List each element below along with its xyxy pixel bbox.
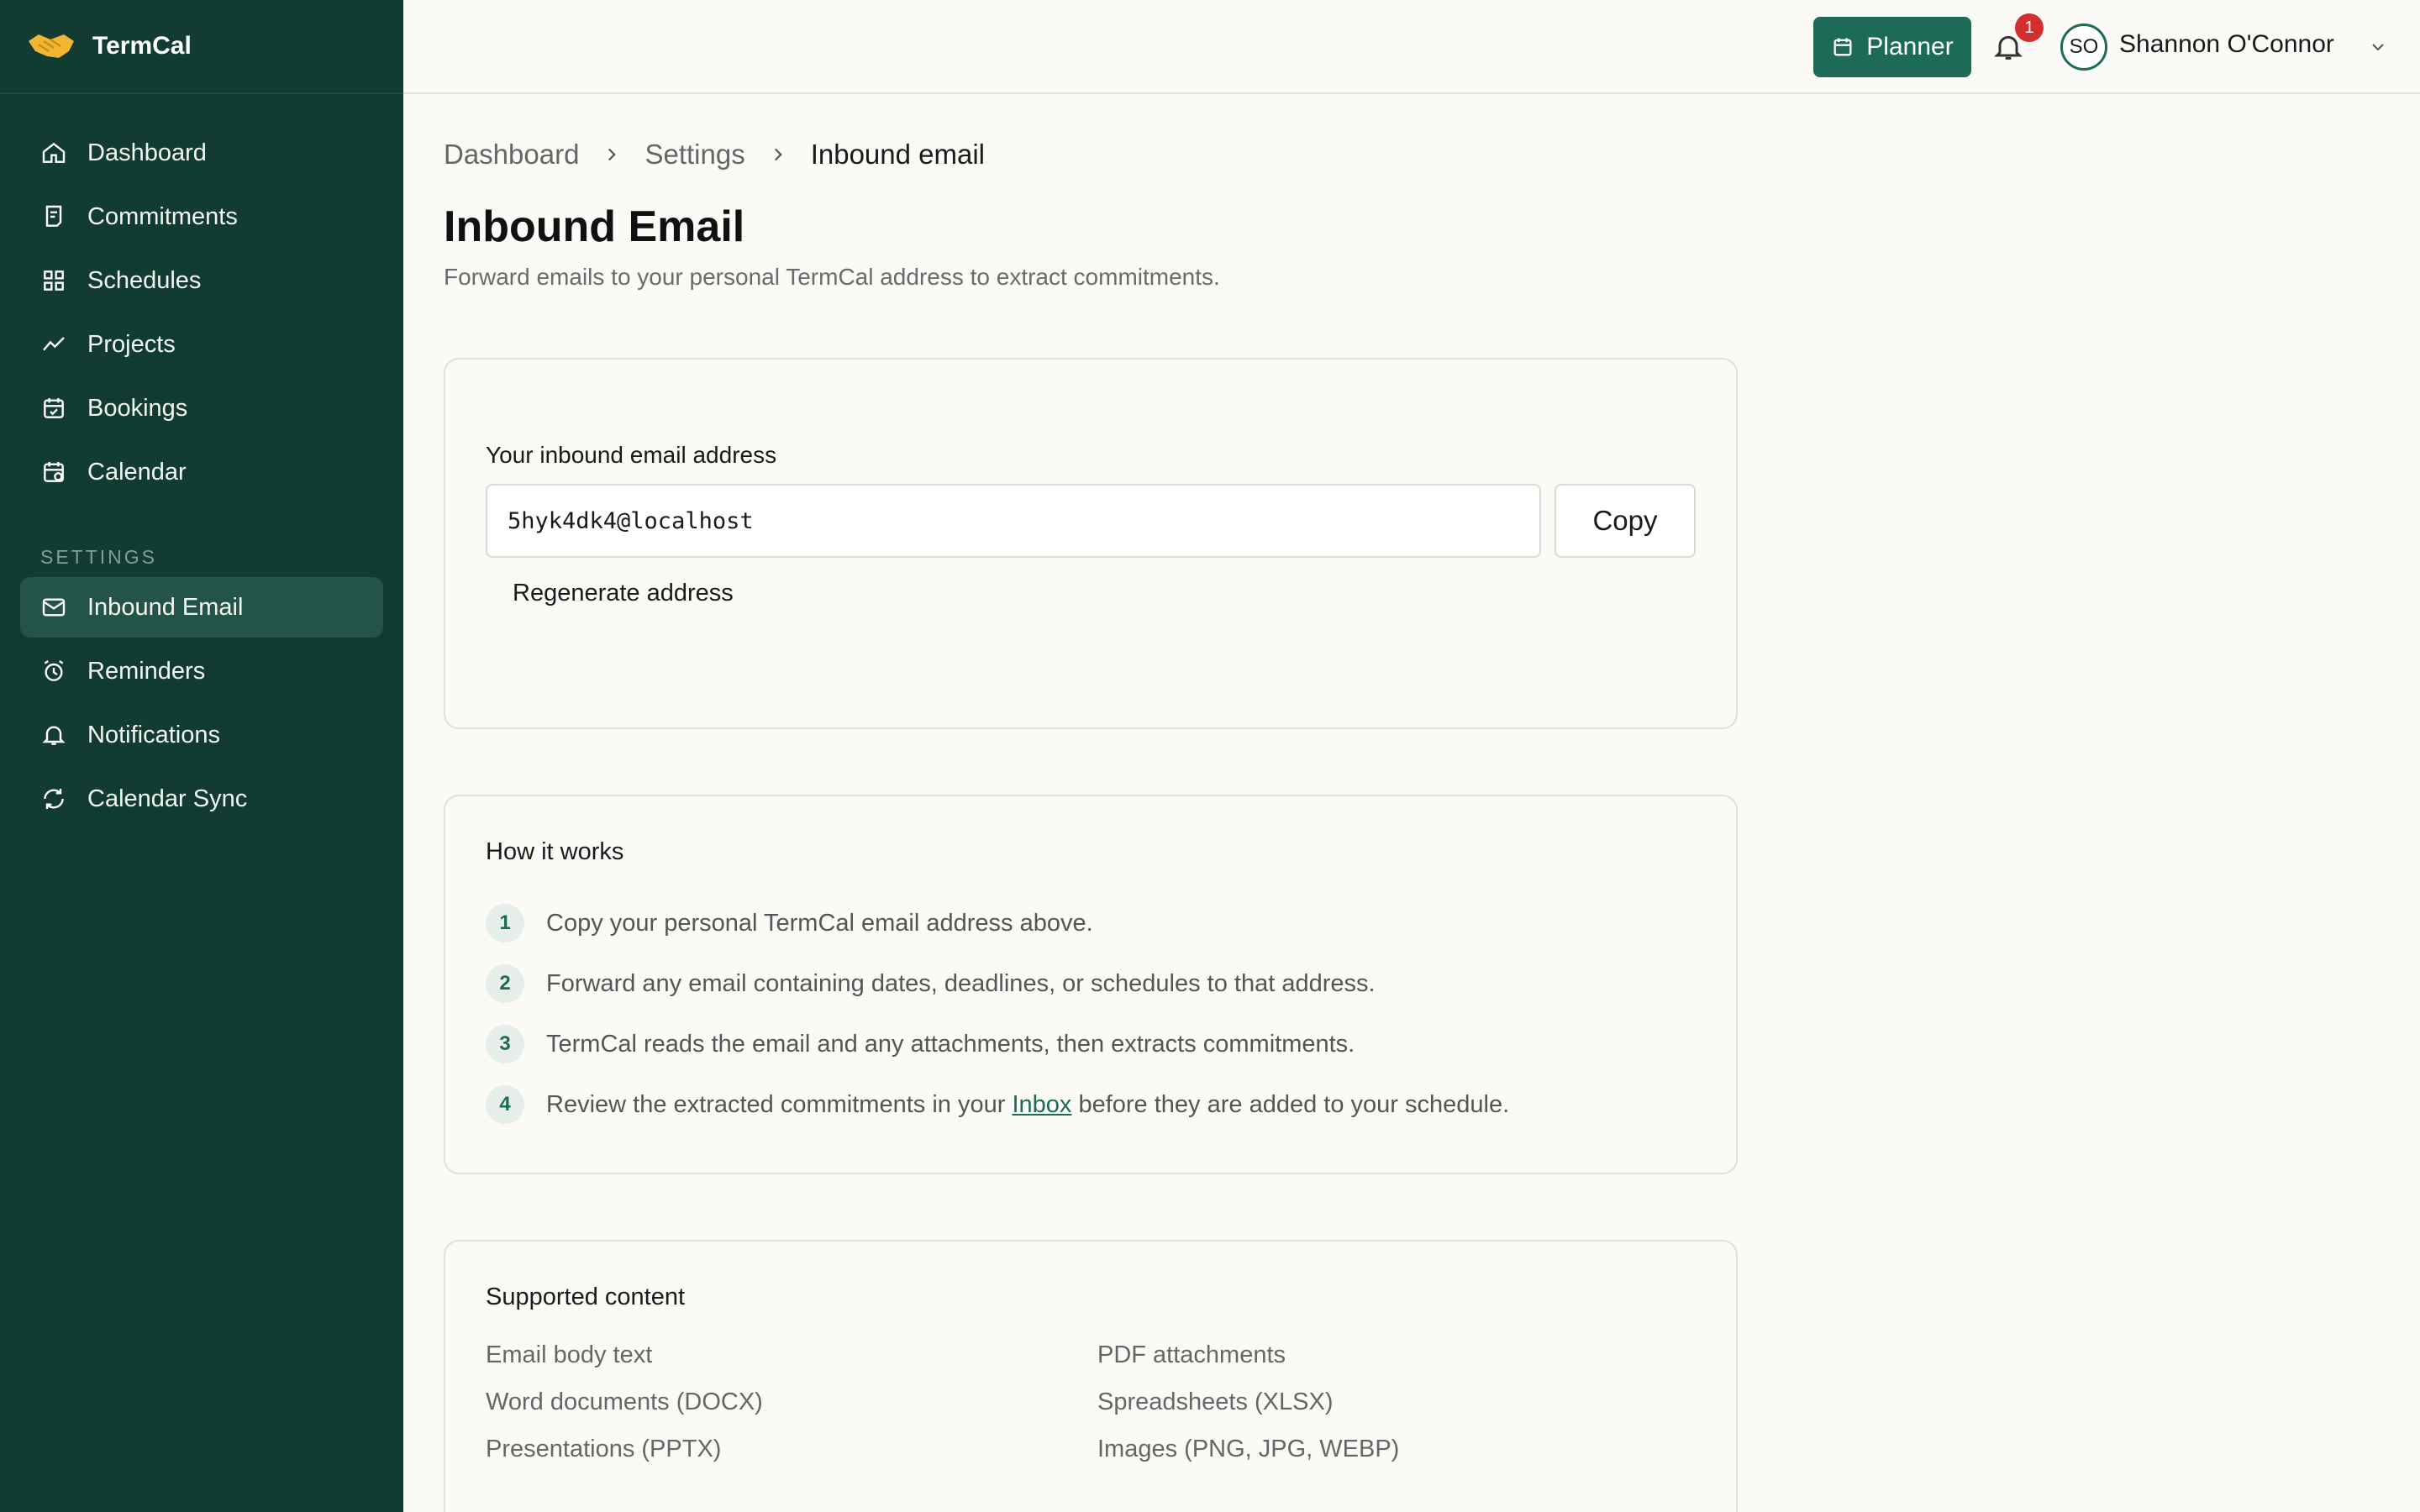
page-title: Inbound Email: [444, 202, 745, 251]
grid-icon: [44, 270, 64, 291]
step-text: TermCal reads the email and any attachme…: [546, 1030, 1355, 1058]
planner-button[interactable]: Planner: [1813, 17, 1971, 77]
sidebar-item-calendar-sync[interactable]: Calendar Sync: [20, 769, 383, 829]
mail-icon: [42, 598, 66, 617]
list-item: Presentations (PPTX): [486, 1436, 722, 1462]
breadcrumb: Dashboard Settings Inbound email: [444, 124, 1738, 185]
sidebar-item-bookings[interactable]: Bookings: [20, 378, 383, 438]
breadcrumb-dashboard[interactable]: Dashboard: [444, 139, 579, 171]
main-nav: Dashboard Commitments Schedules Projects…: [0, 94, 403, 829]
supported-content-card: Supported content Email body text PDF at…: [444, 1240, 1738, 1512]
sidebar-item-inbound-email[interactable]: Inbound Email: [20, 577, 383, 638]
breadcrumb-current: Inbound email: [810, 139, 986, 170]
refresh-icon: [44, 789, 64, 809]
step-number: 3: [486, 1025, 524, 1063]
sidebar: TermCal Dashboard Commitments Schedules …: [0, 0, 403, 1512]
step-text: Review the extracted commitments in your…: [546, 1091, 1509, 1119]
sidebar-item-calendar[interactable]: Calendar: [20, 442, 383, 502]
list-item: Email body text: [486, 1341, 653, 1368]
sidebar-item-reminders[interactable]: Reminders: [20, 641, 383, 701]
step-text-before: Review the extracted commitments in your: [546, 1090, 1013, 1118]
sidebar-item-projects[interactable]: Projects: [20, 314, 383, 375]
alarm-clock-icon: [44, 660, 64, 681]
page-subtitle: Forward emails to your personal TermCal …: [444, 264, 1220, 290]
sidebar-item-label: Reminders: [87, 657, 206, 685]
list-item: 4 Review the extracted commitments in yo…: [486, 1074, 1696, 1135]
sidebar-item-label: Notifications: [87, 721, 220, 748]
sidebar-item-label: Schedules: [87, 266, 202, 294]
step-number: 1: [486, 904, 524, 942]
chevron-right-icon: [774, 148, 782, 161]
breadcrumb-settings[interactable]: Settings: [644, 139, 744, 171]
brand[interactable]: TermCal: [0, 0, 403, 94]
regenerate-address-button[interactable]: Regenerate address: [513, 580, 734, 607]
list-item: PDF attachments: [1097, 1341, 1286, 1368]
address-row: Copy: [486, 484, 1696, 558]
supported-content-list: Email body text PDF attachments Word doc…: [486, 1341, 1696, 1466]
sidebar-item-label: Commitments: [87, 202, 238, 230]
list-item: 3 TermCal reads the email and any attach…: [486, 1014, 1696, 1074]
calendar-icon: [1833, 38, 1852, 56]
how-it-works-title: How it works: [486, 838, 624, 865]
inbound-email-field[interactable]: [486, 484, 1541, 558]
chevron-right-icon: [608, 148, 617, 161]
receipt-icon: [45, 205, 62, 227]
address-label: Your inbound email address: [486, 442, 777, 468]
copy-button[interactable]: Copy: [1555, 484, 1696, 558]
list-item: 2 Forward any email containing dates, de…: [486, 953, 1696, 1014]
step-text: Copy your personal TermCal email address…: [546, 909, 1093, 937]
chevron-down-icon[interactable]: [2368, 37, 2388, 57]
supported-content-title: Supported content: [486, 1284, 686, 1310]
trend-line-icon: [43, 337, 65, 351]
main-content: Dashboard Settings Inbound email Inbound…: [444, 94, 1738, 1512]
sidebar-item-schedules[interactable]: Schedules: [20, 250, 383, 311]
inbound-address-card: Your inbound email address Copy Regenera…: [444, 358, 1738, 729]
home-icon: [42, 142, 66, 163]
sidebar-item-label: Inbound Email: [87, 593, 244, 621]
step-number: 4: [486, 1085, 524, 1124]
sidebar-item-dashboard[interactable]: Dashboard: [20, 123, 383, 183]
sidebar-item-notifications[interactable]: Notifications: [20, 705, 383, 765]
user-name[interactable]: Shannon O'Connor: [2119, 30, 2334, 59]
avatar[interactable]: SO: [2060, 24, 2107, 71]
how-it-works-card: How it works 1 Copy your personal TermCa…: [444, 795, 1738, 1174]
settings-section-label: SETTINGS: [40, 546, 158, 568]
bell-icon: [42, 726, 66, 745]
inbox-link[interactable]: Inbox: [1012, 1091, 1071, 1118]
list-item: Images (PNG, JPG, WEBP): [1097, 1436, 1400, 1462]
calendar-check-icon: [44, 398, 64, 418]
sidebar-item-label: Bookings: [87, 394, 188, 422]
list-item: 1 Copy your personal TermCal email addre…: [486, 893, 1696, 953]
list-item: Spreadsheets (XLSX): [1097, 1389, 1334, 1415]
sidebar-item-label: Projects: [87, 330, 176, 358]
step-number: 2: [486, 964, 524, 1003]
step-text-after: before they are added to your schedule.: [1071, 1090, 1510, 1118]
sidebar-item-label: Calendar Sync: [87, 785, 248, 812]
sidebar-item-commitments[interactable]: Commitments: [20, 186, 383, 247]
topbar: Planner 1 SO Shannon O'Connor: [403, 0, 2420, 94]
handshake-logo-icon: [29, 34, 74, 58]
step-text: Forward any email containing dates, dead…: [546, 969, 1376, 997]
sidebar-item-label: Calendar: [87, 458, 187, 486]
list-item: Word documents (DOCX): [486, 1389, 763, 1415]
sidebar-item-label: Dashboard: [87, 139, 207, 166]
notification-badge: 1: [2015, 13, 2044, 42]
calendar-clock-icon: [44, 462, 64, 482]
steps-list: 1 Copy your personal TermCal email addre…: [486, 893, 1696, 1135]
app-name: TermCal: [92, 32, 192, 60]
planner-label: Planner: [1866, 33, 1954, 60]
